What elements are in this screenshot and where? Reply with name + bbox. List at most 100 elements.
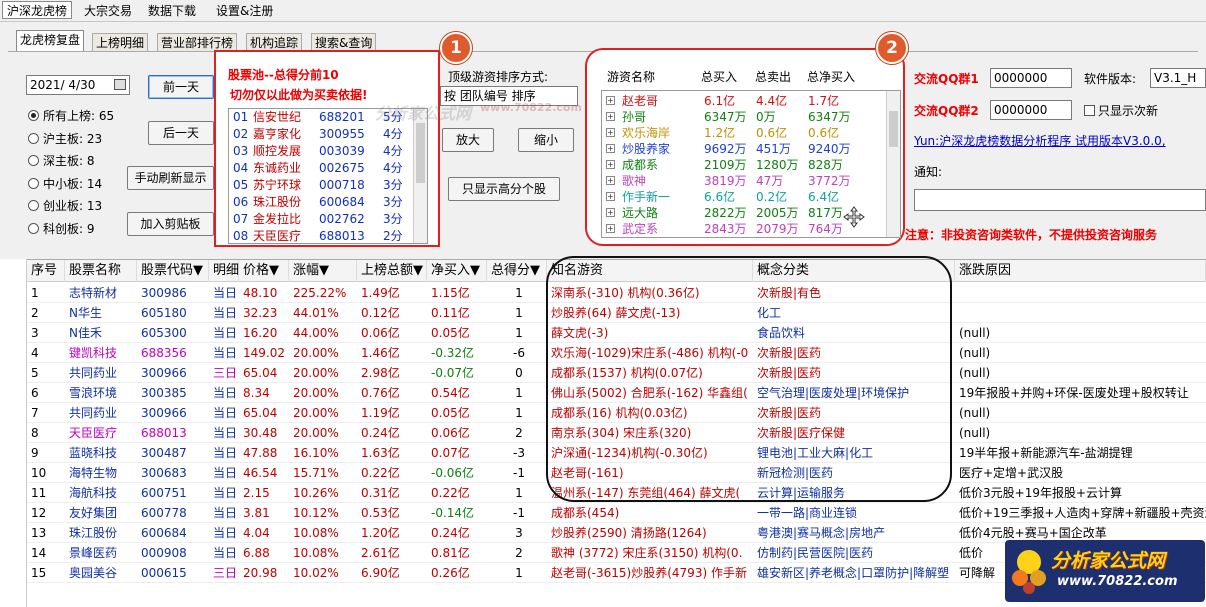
expand-plus-icon[interactable]: + — [606, 224, 615, 233]
pool-cell-no: 07 — [233, 212, 249, 226]
grid-header-score[interactable]: 总得分▼ — [487, 260, 547, 282]
grid-cell-code: 300966 — [141, 406, 187, 420]
pool-row[interactable]: 02 嘉亨家化 300955 4分 — [231, 126, 417, 143]
tab-review[interactable]: 龙虎榜复盘 — [16, 30, 85, 52]
radio-sz-main[interactable]: 深主板: 8 — [28, 153, 95, 169]
radio-sme[interactable]: 中小板: 14 — [28, 176, 102, 192]
pool-row[interactable]: 04 东诚药业 002675 4分 — [231, 160, 417, 177]
grid-header-total[interactable]: 上榜总额▼ — [357, 260, 427, 282]
expand-plus-icon[interactable]: + — [606, 128, 615, 137]
youzi-cell-net: 0.6亿 — [808, 126, 840, 140]
menu-item-data-download[interactable]: 数据下载 — [144, 2, 200, 20]
prev-day-button[interactable]: 前一天 — [148, 75, 214, 99]
notice-field[interactable] — [914, 189, 1206, 211]
grid-cell-score: 1 — [515, 386, 523, 400]
pool-row[interactable]: 06 珠江股份 600684 3分 — [231, 194, 417, 211]
youzi-cell-name: 远大路 — [622, 206, 659, 220]
pool-scroll-thumb[interactable] — [416, 123, 425, 183]
grid-cell-price: 149.02 — [243, 346, 285, 360]
expand-plus-icon[interactable]: + — [606, 112, 615, 121]
grid-cell-chg: 10.12% — [293, 506, 339, 520]
calendar-icon[interactable] — [114, 79, 126, 90]
grid-header-detail[interactable]: 明细 — [209, 260, 239, 282]
youzi-cell-buy: 1.2亿 — [704, 126, 736, 140]
pool-row[interactable]: 03 顺控发展 003039 4分 — [231, 143, 417, 160]
brand-logo: 分析家公式网 www.70822.com — [1005, 540, 1205, 602]
youzi-row[interactable]: + 欢乐海岸 1.2亿 0.6亿 0.6亿 — [604, 125, 894, 141]
only-new-checkbox[interactable]: 只显示次新 — [1084, 102, 1158, 119]
expand-plus-icon[interactable]: + — [606, 160, 615, 169]
grid-header-no[interactable]: 序号 — [27, 260, 65, 282]
manual-refresh-button[interactable]: 手动刷新显示 — [127, 166, 214, 190]
grid-header-name[interactable]: 股票名称 — [65, 260, 137, 282]
grid-header-code[interactable]: 股票代码▼ — [137, 260, 209, 282]
grid-cell-concept: 粤港澳|赛马概念|房地产 — [757, 526, 886, 540]
youzi-cell-sell: 2005万 — [756, 206, 799, 220]
tab-institution[interactable]: 机构追踪 — [246, 33, 303, 51]
tab-search[interactable]: 搜索&查询 — [311, 33, 377, 51]
radio-sh-main[interactable]: 沪主板: 23 — [28, 131, 102, 147]
radio-gem[interactable]: 创业板: 13 — [28, 198, 102, 214]
youzi-row[interactable]: + 赵老哥 6.1亿 4.4亿 1.7亿 — [604, 93, 894, 109]
pool-list[interactable]: 01 信安世纪 688201 5分 02 嘉亨家化 300955 4分 03 顺控发展 003039… — [228, 108, 428, 244]
youzi-row[interactable]: + 炒股养家 9692万 451万 9240万 — [604, 141, 894, 157]
expand-plus-icon[interactable]: + — [606, 192, 615, 201]
grid-cell-chg: 44.00% — [293, 326, 339, 340]
menu-item-longhubang[interactable]: 沪深龙虎榜 — [2, 1, 73, 19]
grid-cell-detail: 当日 — [213, 446, 238, 460]
grid-cell-score: -1 — [513, 466, 525, 480]
youzi-row[interactable]: + 成都系 2109万 1280万 828万 — [604, 157, 894, 173]
grid-cell-net: 0.06亿 — [431, 426, 470, 440]
app-info-link[interactable]: Yun:沪深龙虎榜数据分析程序 试用版本V3.0.0, — [914, 132, 1166, 149]
grid-header-net[interactable]: 净买入▼ — [427, 260, 487, 282]
zoom-out-button[interactable]: 缩小 — [518, 128, 574, 152]
grid-header-reason[interactable]: 涨跌原因 — [955, 260, 1206, 282]
pool-cell-name: 金发拉比 — [253, 212, 302, 226]
pool-row[interactable]: 08 天臣医疗 688013 2分 — [231, 228, 417, 243]
version-field[interactable]: V3.1_H — [1150, 68, 1206, 88]
radio-all[interactable]: 所有上榜: 65 — [28, 108, 114, 124]
expand-plus-icon[interactable]: + — [606, 208, 615, 217]
menu-item-block-trade[interactable]: 大宗交易 — [80, 2, 136, 20]
zoom-in-button[interactable]: 放大 — [442, 128, 494, 152]
grid-cell-total: 1.49亿 — [361, 286, 400, 300]
qq-group-2-field[interactable]: 0000000 — [990, 100, 1072, 120]
tab-detail[interactable]: 上榜明细 — [92, 33, 149, 51]
tab-branch-rank[interactable]: 营业部排行榜 — [157, 33, 238, 51]
grid-cell-no: 1 — [31, 286, 39, 300]
grid-cell-no: 14 — [31, 546, 47, 560]
grid-header-price[interactable]: 价格▼ — [239, 260, 289, 282]
next-day-button[interactable]: 后一天 — [148, 121, 214, 145]
expand-plus-icon[interactable]: + — [606, 144, 615, 153]
radio-dot-icon — [28, 200, 39, 211]
notice-label: 通知: — [914, 165, 943, 179]
radio-star[interactable]: 科创板: 9 — [28, 221, 95, 237]
youzi-cell-net: 1.7亿 — [808, 94, 840, 108]
grid-cell-youzi: 赵老哥(-3615)炒股养(4793) 作手新 — [551, 566, 747, 580]
grid-cell-code: 300986 — [141, 286, 187, 300]
add-clipboard-button[interactable]: 加入剪贴板 — [127, 212, 214, 236]
youzi-row[interactable]: + 作手新一 6.6亿 0.2亿 6.4亿 — [604, 189, 894, 205]
youzi-row[interactable]: + 孙哥 6347万 0万 6347万 — [604, 109, 894, 125]
grid-cell-chg: 15.71% — [293, 466, 339, 480]
grid-cell-score: 1 — [515, 486, 523, 500]
grid-cell-detail: 三日 — [213, 566, 238, 580]
pool-row[interactable]: 07 金发拉比 002762 3分 — [231, 211, 417, 228]
youzi-row[interactable]: + 歌神 3819万 47万 3772万 — [604, 173, 894, 189]
grid-header-chg[interactable]: 涨幅▼ — [289, 260, 357, 282]
youzi-cell-buy: 9692万 — [704, 142, 747, 156]
qq-group-1-field[interactable]: 0000000 — [990, 68, 1072, 88]
table-row[interactable]: 12 友好集团 600778 当日 3.81 10.12% 0.53亿 -0.14亿 -1 成都系… — [27, 503, 1206, 523]
menu-item-settings[interactable]: 设置&注册 — [212, 2, 277, 20]
grid-cell-detail: 当日 — [213, 486, 238, 500]
pool-row[interactable]: 05 苏宁环球 000718 3分 — [231, 177, 417, 194]
grid-cell-detail: 当日 — [213, 546, 238, 560]
youzi-cell-name: 武定系 — [622, 222, 659, 236]
brand-url: www.70822.com — [1057, 574, 1178, 589]
only-high-score-button[interactable]: 只显示高分个股 — [448, 177, 560, 201]
grid-cell-concept: 一带一路|商业连锁 — [757, 506, 858, 520]
expand-plus-icon[interactable]: + — [606, 176, 615, 185]
youzi-cell-buy: 2109万 — [704, 158, 747, 172]
expand-plus-icon[interactable]: + — [606, 96, 615, 105]
date-picker[interactable]: 2021/ 4/30 — [26, 75, 130, 95]
